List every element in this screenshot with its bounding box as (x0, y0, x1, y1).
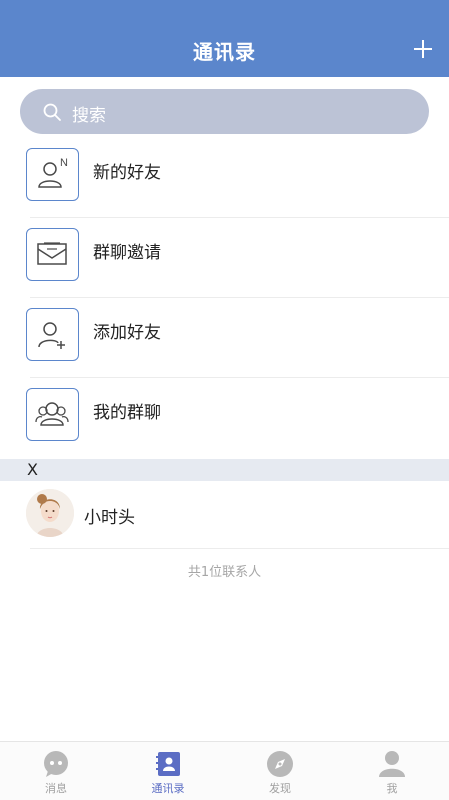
tab-me[interactable]: 我 (336, 742, 448, 800)
menu-item-group-invites[interactable]: 群聊邀请 (0, 218, 449, 298)
tab-label: 通讯录 (151, 782, 185, 795)
menu-item-my-groups[interactable]: 我的群聊 (0, 378, 449, 458)
tab-discover[interactable]: 发现 (224, 742, 336, 800)
contact-row[interactable]: 小时头 (0, 481, 449, 549)
menu-label: 新的好友 (93, 163, 161, 183)
avatar (26, 489, 74, 537)
mail-icon (26, 228, 79, 281)
menu-item-add-friend[interactable]: 添加好友 (0, 298, 449, 378)
header-bar: 通讯录 (0, 0, 449, 77)
profile-icon (379, 751, 405, 777)
group-icon (26, 388, 79, 441)
search-icon (43, 103, 61, 121)
menu-label: 我的群聊 (93, 403, 161, 423)
tab-bar: 消息 通讯录 发现 我 (0, 741, 449, 800)
tab-label: 我 (386, 782, 398, 795)
menu-item-new-friends[interactable]: N 新的好友 (0, 138, 449, 218)
new-friend-icon: N (26, 148, 79, 201)
tab-messages[interactable]: 消息 (0, 742, 112, 800)
contact-name: 小时头 (84, 508, 135, 528)
tab-label: 消息 (45, 782, 67, 795)
compass-icon (267, 751, 293, 777)
add-friend-icon (26, 308, 79, 361)
divider (30, 548, 449, 549)
section-letter: X (27, 460, 38, 479)
page-title: 通讯录 (193, 40, 256, 64)
tab-contacts[interactable]: 通讯录 (112, 742, 224, 800)
search-placeholder: 搜索 (72, 106, 106, 126)
svg-text:N: N (60, 157, 68, 169)
contact-count: 共1位联系人 (187, 565, 262, 580)
menu-label: 群聊邀请 (93, 243, 161, 263)
contacts-icon (156, 752, 180, 776)
plus-icon[interactable] (411, 37, 435, 61)
section-header: X (0, 459, 449, 481)
menu-label: 添加好友 (93, 323, 161, 343)
search-input[interactable]: 搜索 (20, 89, 429, 134)
chat-icon (44, 751, 68, 777)
tab-label: 发现 (269, 782, 291, 795)
